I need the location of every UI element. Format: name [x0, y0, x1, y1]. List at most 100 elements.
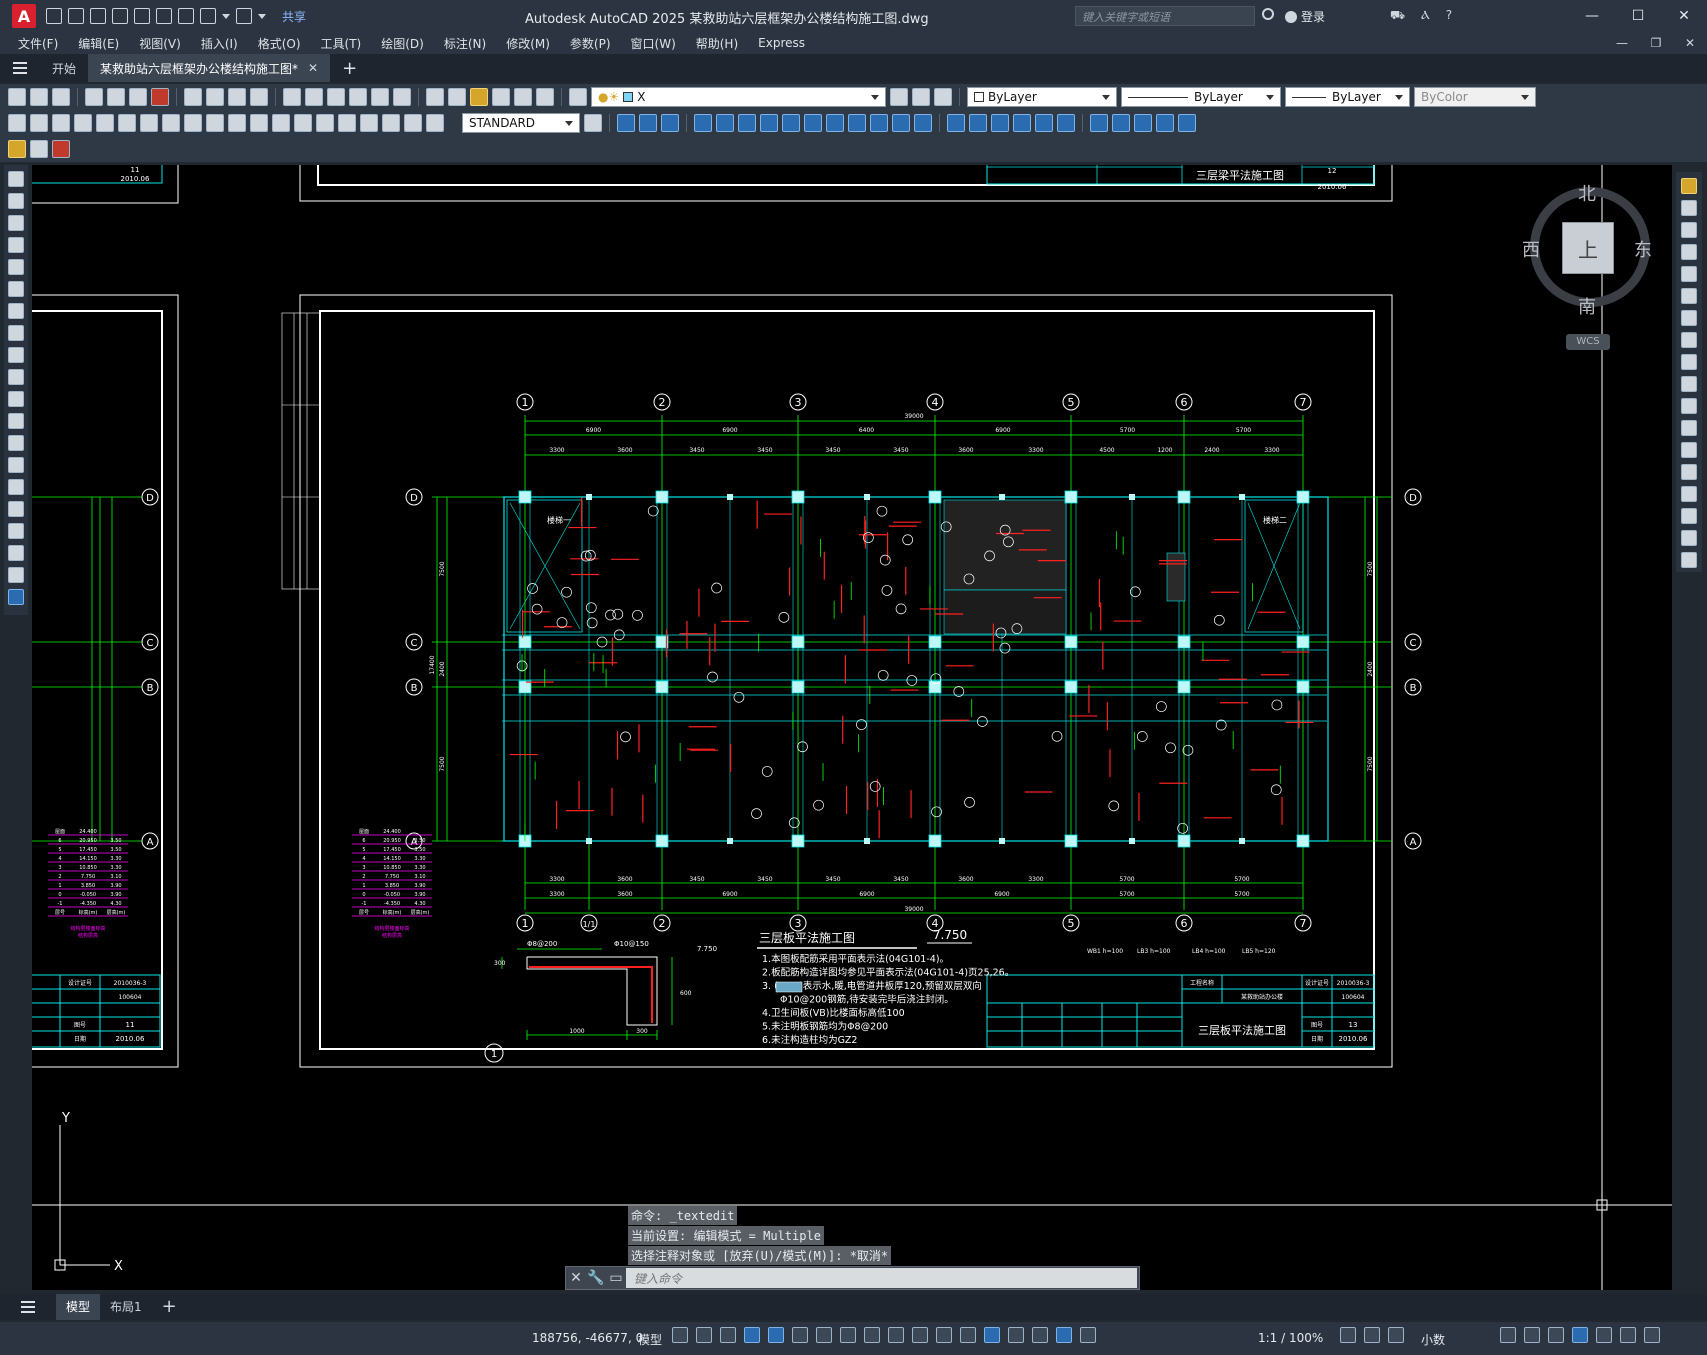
command-recent-icon[interactable]: ▭ — [606, 1270, 626, 1286]
3d-chamfer-icon[interactable] — [826, 114, 844, 132]
properties-icon[interactable] — [426, 88, 444, 106]
3d-sweep-icon[interactable] — [738, 114, 756, 132]
dim-jogged-icon[interactable] — [118, 114, 136, 132]
dim-update-icon[interactable] — [426, 114, 444, 132]
3d-osnap-icon[interactable] — [960, 1327, 976, 1343]
coordinates-readout[interactable]: 188756, -46677, 0 — [532, 1331, 643, 1345]
erase-icon[interactable] — [1681, 178, 1697, 194]
layer-properties-icon[interactable] — [569, 88, 587, 106]
revcloud-icon[interactable] — [8, 325, 24, 341]
zoom-realtime-icon[interactable] — [349, 88, 367, 106]
command-customize-icon[interactable]: 🔧 — [586, 1270, 606, 1286]
layer-state-icon[interactable] — [934, 88, 952, 106]
app-logo[interactable]: A — [12, 4, 36, 28]
help-tool-icon[interactable] — [536, 88, 554, 106]
doc-close-icon[interactable]: ✕ — [1673, 32, 1707, 54]
construction-line-icon[interactable] — [8, 193, 24, 209]
block-save-icon[interactable] — [30, 140, 48, 158]
tab-close-icon[interactable]: ✕ — [308, 61, 318, 75]
gizmo-icon[interactable] — [1032, 1327, 1048, 1343]
menu-view[interactable]: 视图(V) — [139, 35, 181, 52]
snap-icon[interactable] — [696, 1327, 712, 1343]
fullscreen-icon[interactable] — [1620, 1327, 1636, 1343]
blend-icon[interactable] — [1681, 530, 1697, 546]
doc-minimize-icon[interactable]: — — [1605, 32, 1639, 54]
menu-file[interactable]: 文件(F) — [18, 35, 58, 52]
menu-edit[interactable]: 编辑(E) — [78, 35, 119, 52]
dim-linear-icon[interactable] — [8, 114, 26, 132]
dimstyle-icon[interactable] — [584, 114, 602, 132]
dimstyle-combo[interactable]: STANDARD — [462, 113, 580, 133]
new-tab-icon[interactable]: + — [342, 58, 357, 79]
3d-clean-icon[interactable] — [1134, 114, 1152, 132]
zoom-previous-icon[interactable] — [393, 88, 411, 106]
paste-icon[interactable] — [228, 88, 246, 106]
design-center-icon[interactable] — [448, 88, 466, 106]
block-close-icon[interactable] — [52, 140, 70, 158]
tab-start[interactable]: 开始 — [40, 54, 88, 82]
fillet-icon[interactable] — [1681, 508, 1697, 524]
rotate-icon[interactable] — [1681, 310, 1697, 326]
copy-object-icon[interactable] — [1681, 200, 1697, 216]
command-close-icon[interactable]: ✕ — [566, 1270, 586, 1286]
help-icon[interactable]: ? — [1446, 8, 1452, 24]
isodraft-icon[interactable] — [816, 1327, 832, 1343]
layer-combo[interactable]: ●☀ X — [591, 87, 886, 107]
dynamic-input-icon[interactable] — [744, 1327, 760, 1343]
share-button[interactable]: 共享 — [282, 8, 306, 25]
redo-icon[interactable] — [236, 8, 252, 24]
maximize-icon[interactable]: ☐ — [1615, 0, 1661, 32]
new-icon[interactable] — [46, 8, 62, 24]
workspace-icon[interactable] — [1340, 1327, 1356, 1343]
wcs-menu[interactable]: WCS — [1566, 334, 1610, 350]
tolerance-icon[interactable] — [294, 114, 312, 132]
array-icon[interactable] — [1681, 266, 1697, 282]
inspection-icon[interactable] — [338, 114, 356, 132]
arc-icon[interactable] — [8, 281, 24, 297]
undo-tool-icon[interactable] — [283, 88, 301, 106]
calc-icon[interactable] — [514, 88, 532, 106]
grid-icon[interactable] — [672, 1327, 688, 1343]
spline-icon[interactable] — [8, 347, 24, 363]
offset-icon[interactable] — [1681, 244, 1697, 260]
viewcube-west[interactable]: 西 — [1522, 236, 1540, 262]
3dprint-icon[interactable] — [151, 88, 169, 106]
dim-ordinate-icon[interactable] — [74, 114, 92, 132]
explode-icon[interactable] — [1681, 552, 1697, 568]
make-block-icon[interactable] — [8, 435, 24, 451]
make-current-icon[interactable] — [890, 88, 908, 106]
3d-move-icon[interactable] — [947, 114, 965, 132]
3d-presspull-icon[interactable] — [716, 114, 734, 132]
pan-icon[interactable] — [327, 88, 345, 106]
3d-separate-icon[interactable] — [1112, 114, 1130, 132]
3d-check-icon[interactable] — [1156, 114, 1174, 132]
selection-filter-icon[interactable] — [1008, 1327, 1024, 1343]
point-icon[interactable] — [8, 457, 24, 473]
auto-scale-icon[interactable] — [1080, 1327, 1096, 1343]
line-icon[interactable] — [8, 171, 24, 187]
color-combo[interactable]: ByLayer — [967, 87, 1117, 107]
ellipse-arc-icon[interactable] — [8, 391, 24, 407]
preview-icon[interactable] — [107, 88, 125, 106]
3d-union-icon[interactable] — [639, 114, 657, 132]
polygon-icon[interactable] — [8, 237, 24, 253]
dynamic-ucs-icon[interactable] — [984, 1327, 1000, 1343]
circle-icon[interactable] — [8, 303, 24, 319]
drawing-area[interactable]: 三层梁平法施工图 12 2010.06 11 2010.06 楼梯一 楼梯二 1… — [32, 165, 1672, 1290]
3d-thicken-icon[interactable] — [870, 114, 888, 132]
sheetset-icon[interactable] — [492, 88, 510, 106]
menu-window[interactable]: 窗口(W) — [631, 35, 676, 52]
dim-text-edit-icon[interactable] — [404, 114, 422, 132]
mirror-icon[interactable] — [1681, 222, 1697, 238]
chamfer-icon[interactable] — [1681, 486, 1697, 502]
dim-aligned-icon[interactable] — [30, 114, 48, 132]
lineweight-icon[interactable] — [888, 1327, 904, 1343]
viewcube-top-face[interactable]: 上 — [1562, 222, 1614, 274]
menu-insert[interactable]: 插入(I) — [201, 35, 238, 52]
menu-tools[interactable]: 工具(T) — [321, 35, 362, 52]
undo-dropdown-icon[interactable] — [222, 13, 230, 19]
center-mark-icon[interactable] — [316, 114, 334, 132]
plotstyle-combo[interactable]: ByColor — [1414, 87, 1536, 107]
3d-array-icon[interactable] — [1035, 114, 1053, 132]
dim-break-icon[interactable] — [272, 114, 290, 132]
